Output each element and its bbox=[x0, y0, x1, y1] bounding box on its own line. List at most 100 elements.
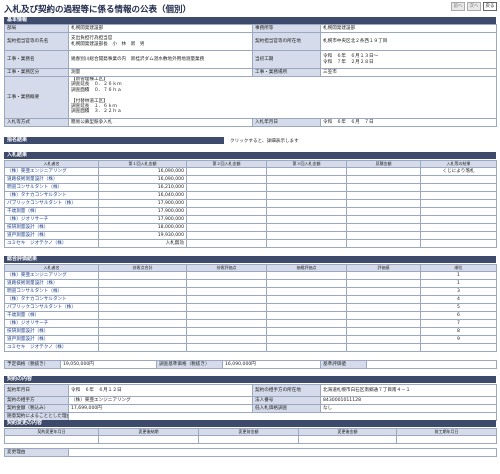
contract-addr-value: 北海道札幌市白石区南郷通７丁目南４－１ bbox=[320, 384, 497, 397]
bid-row: 道路技術測量設計（株） 16,090,000 bbox=[4, 175, 497, 184]
bidder-name-cell[interactable]: ユミセキ ジオテクノ（株） bbox=[4, 239, 99, 248]
eval-row: （株）タナカコンサルタント 4 bbox=[4, 295, 497, 304]
bidder-name-cell[interactable]: 千歳測量（株） bbox=[4, 207, 99, 216]
contract-table: 契約年月日 令和 ６年 ６月１２日 契約の相手方の所在地 北海道札幌市白石区南郷… bbox=[4, 384, 497, 421]
amount-cell bbox=[346, 327, 421, 336]
amount-cell: 17,900,000 bbox=[98, 207, 187, 216]
col-header: 技術点合計 bbox=[98, 264, 187, 272]
work-name-label: 工事・業務名 bbox=[4, 50, 69, 69]
bid-results-body: （株）東亜エンジニアリング 16,090,000 くじにより落札 道路技術測量設計（株… bbox=[4, 167, 497, 248]
col-header: 順位 bbox=[420, 264, 497, 272]
amount-cell bbox=[266, 295, 347, 304]
amount-cell bbox=[346, 311, 421, 320]
bidder-name-cell[interactable]: パブリックコンサルタント（株） bbox=[4, 199, 99, 208]
amount-cell bbox=[98, 311, 187, 320]
amount-cell bbox=[346, 207, 421, 216]
designation-header[interactable]: 指名結果 bbox=[4, 137, 224, 144]
amount-cell bbox=[346, 231, 421, 240]
amount-cell bbox=[346, 167, 421, 176]
amount-cell bbox=[186, 327, 267, 336]
col-header: 第２回入札金額 bbox=[186, 160, 267, 168]
dept-label: 部局 bbox=[4, 24, 69, 33]
amount-cell bbox=[186, 279, 267, 288]
contract-header: 契約の内容 bbox=[4, 376, 496, 383]
next-button[interactable]: 次へ bbox=[467, 2, 481, 11]
amount-cell: 16,040,000 bbox=[98, 191, 187, 200]
bid-row: パブリックコンサルタント（株） 17,900,000 bbox=[4, 199, 497, 208]
result-cell bbox=[420, 175, 497, 184]
amount-cell bbox=[266, 175, 347, 184]
price-summary-table: 予定価格（税抜き） 19,050,000円 調査基準価格（税抜き） 16,090… bbox=[4, 360, 497, 369]
amount-cell bbox=[186, 239, 267, 248]
bidder-name-cell[interactable]: 技研測量設計（株） bbox=[4, 327, 99, 336]
prev-button[interactable]: 前へ bbox=[451, 2, 465, 11]
bidder-name-cell[interactable]: 技研測量設計（株） bbox=[4, 223, 99, 232]
amount-cell bbox=[186, 271, 267, 280]
officer-label: 契約担当官等の氏名 bbox=[4, 32, 69, 51]
bidder-name-cell[interactable]: 明道コンサルタント（株） bbox=[4, 287, 99, 296]
bidder-name-cell[interactable]: 道戸測量設計（株） bbox=[4, 231, 99, 240]
amount-cell bbox=[346, 175, 421, 184]
amount-cell bbox=[346, 191, 421, 200]
basic-info-header: 基本情報 bbox=[4, 17, 496, 24]
amount-cell: 16,090,000 bbox=[98, 175, 187, 184]
bid-results-header-row: 入札者名 第１回入札金額 第２回入札金額 第３回入札金額 見積金額 入札等の結果 bbox=[4, 160, 497, 168]
summary-label: 工事・業務概要 bbox=[4, 76, 69, 119]
bid-row: （株）タナカコンサルタント 16,040,000 bbox=[4, 191, 497, 200]
eval-row: 道路技術測量設計（株） 1 bbox=[4, 279, 497, 288]
bidder-name-cell[interactable]: 明道コンサルタント（株） bbox=[4, 183, 99, 192]
bidder-name-cell[interactable]: 道路技術測量設計（株） bbox=[4, 175, 99, 184]
bidder-name-cell[interactable]: （株）ジオリサーチ bbox=[4, 215, 99, 224]
amount-cell bbox=[266, 303, 347, 312]
changes-empty-row bbox=[4, 435, 497, 444]
bid-results-header: 入札結果 bbox=[4, 152, 496, 159]
amount-cell bbox=[186, 231, 267, 240]
bidder-name-cell[interactable]: ユミセキ ジオテクノ（株） bbox=[4, 343, 99, 352]
amount-cell bbox=[346, 239, 421, 248]
bidder-name-cell[interactable]: パブリックコンサルタント（株） bbox=[4, 303, 99, 312]
bidder-name-cell[interactable]: 道戸測量設計（株） bbox=[4, 335, 99, 344]
bidder-name-cell[interactable]: 道路技術測量設計（株） bbox=[4, 279, 99, 288]
bid-row: 明道コンサルタント（株） 16,210,000 bbox=[4, 183, 497, 192]
corp-number-value: 8430001011128 bbox=[320, 396, 497, 405]
col-header: 変更後納期 bbox=[98, 428, 199, 436]
amount-cell bbox=[346, 319, 421, 328]
amount-cell: 17,900,000 bbox=[98, 215, 187, 224]
bid-row: ユミセキ ジオテクノ（株） 入札無効 bbox=[4, 239, 497, 248]
amount-cell bbox=[266, 191, 347, 200]
col-header: 評価値 bbox=[346, 264, 421, 272]
bidder-name-cell[interactable]: （株）東亜エンジニアリング bbox=[4, 271, 99, 280]
bidder-name-cell[interactable]: （株）ジオリサーチ bbox=[4, 319, 99, 328]
back-button[interactable]: 戻る bbox=[483, 2, 497, 11]
result-cell: 1 bbox=[420, 279, 497, 288]
result-cell: 6 bbox=[420, 311, 497, 320]
bid-date-value: 令和 ６年 ６月 ７日 bbox=[320, 118, 497, 127]
dept-value: 札幌開発建設部 bbox=[68, 24, 253, 33]
period-line2: 令和 ７年 ２月２８日 bbox=[323, 59, 374, 65]
amount-cell bbox=[346, 215, 421, 224]
work-type-value: 測量 bbox=[68, 68, 253, 77]
amount-cell bbox=[346, 343, 421, 352]
period-value: 令和 ６年 ６月１３日～ 令和 ７年 ２月２８日 bbox=[320, 50, 497, 69]
amount-cell: 16,210,000 bbox=[98, 183, 187, 192]
officer-value: 支出負担行為担当官 札幌開発建設部長 小 林 新 男 bbox=[68, 32, 253, 51]
bidder-name-cell[interactable]: （株）東亜エンジニアリング bbox=[4, 167, 99, 176]
eval-row: ユミセキ ジオテクノ（株） bbox=[4, 343, 497, 352]
amount-cell bbox=[186, 335, 267, 344]
col-header: 入札者名 bbox=[4, 264, 99, 272]
col-header: 入札者名 bbox=[4, 160, 99, 168]
amount-cell bbox=[266, 239, 347, 248]
bidder-name-cell[interactable]: （株）タナカコンサルタント bbox=[4, 295, 99, 304]
amount-cell bbox=[98, 343, 187, 352]
amount-cell bbox=[186, 191, 267, 200]
changes-table: 契約変更年月日 変更後納期 変更前金額 変更後金額 前工期年月日 bbox=[4, 428, 497, 444]
amount-cell bbox=[266, 271, 347, 280]
bidder-name-cell[interactable]: 千歳測量（株） bbox=[4, 311, 99, 320]
eval-results-header-row: 入札者名 技術点合計 技術評価点 価格評価点 評価値 順位 bbox=[4, 264, 497, 272]
contract-date-label: 契約年月日 bbox=[4, 384, 69, 397]
amount-cell bbox=[186, 311, 267, 320]
contract-date-value: 令和 ６年 ６月１２日 bbox=[68, 384, 253, 397]
amount-cell bbox=[186, 199, 267, 208]
bidder-name-cell[interactable]: （株）タナカコンサルタント bbox=[4, 191, 99, 200]
amount-cell bbox=[186, 175, 267, 184]
